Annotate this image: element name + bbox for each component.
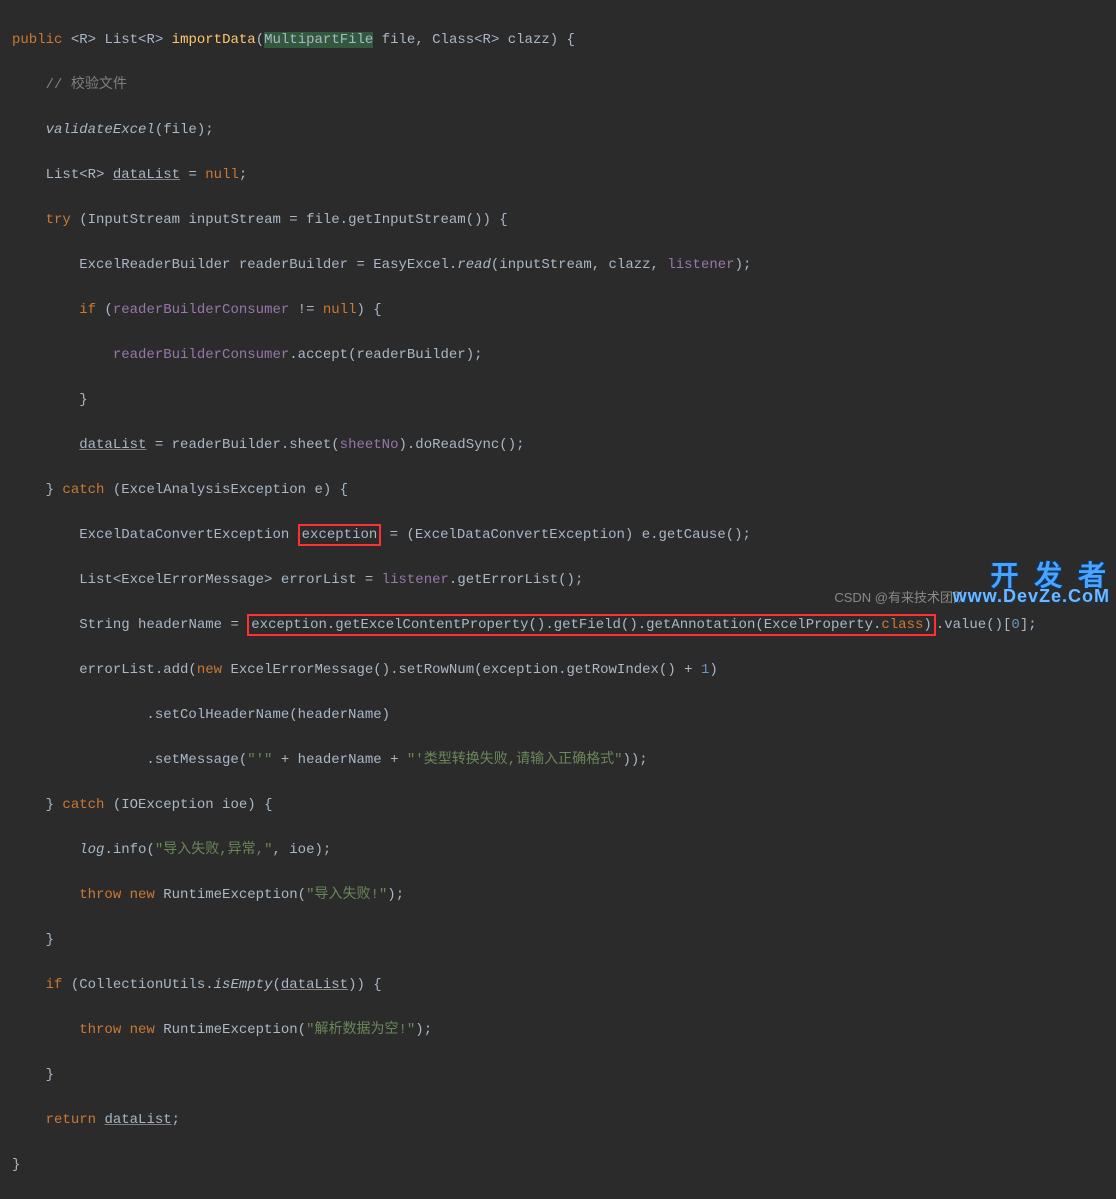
code-line: ExcelReaderBuilder readerBuilder = EasyE… — [12, 254, 1116, 277]
code-line: validateExcel(file); — [12, 119, 1116, 142]
code-line: readerBuilderConsumer.accept(readerBuild… — [12, 344, 1116, 367]
code-line: try (InputStream inputStream = file.getI… — [12, 209, 1116, 232]
code-line: } — [12, 929, 1116, 952]
code-line: public <R> List<R> importData(MultipartF… — [12, 29, 1116, 52]
code-line: errorList.add(new ExcelErrorMessage().se… — [12, 659, 1116, 682]
code-line: if (CollectionUtils.isEmpty(dataList)) { — [12, 974, 1116, 997]
code-line: log.info("导入失败,异常,", ioe); — [12, 839, 1116, 862]
code-line: dataList = readerBuilder.sheet(sheetNo).… — [12, 434, 1116, 457]
code-line: String headerName = exception.getExcelCo… — [12, 614, 1116, 637]
code-line: throw new RuntimeException("导入失败!"); — [12, 884, 1116, 907]
code-line: } — [12, 1154, 1116, 1177]
code-line: return dataList; — [12, 1109, 1116, 1132]
code-line: // 校验文件 — [12, 74, 1116, 97]
code-line: } — [12, 1064, 1116, 1087]
code-line: throw new RuntimeException("解析数据为空!"); — [12, 1019, 1116, 1042]
code-line: } — [12, 389, 1116, 412]
code-line: .setColHeaderName(headerName) — [12, 704, 1116, 727]
code-editor[interactable]: public <R> List<R> importData(MultipartF… — [0, 0, 1116, 1199]
code-line: .setMessage("'" + headerName + "'类型转换失败,… — [12, 749, 1116, 772]
highlight-exception-var: exception — [298, 524, 382, 546]
cursor-highlight: Multip — [264, 32, 314, 48]
code-line: } catch (ExcelAnalysisException e) { — [12, 479, 1116, 502]
highlight-exception-chain: exception.getExcelContentProperty().getF… — [247, 614, 936, 636]
code-line: List<ExcelErrorMessage> errorList = list… — [12, 569, 1116, 592]
code-line: if (readerBuilderConsumer != null) { — [12, 299, 1116, 322]
code-line: } catch (IOException ioe) { — [12, 794, 1116, 817]
code-line: ExcelDataConvertException exception = (E… — [12, 524, 1116, 547]
code-line: List<R> dataList = null; — [12, 164, 1116, 187]
